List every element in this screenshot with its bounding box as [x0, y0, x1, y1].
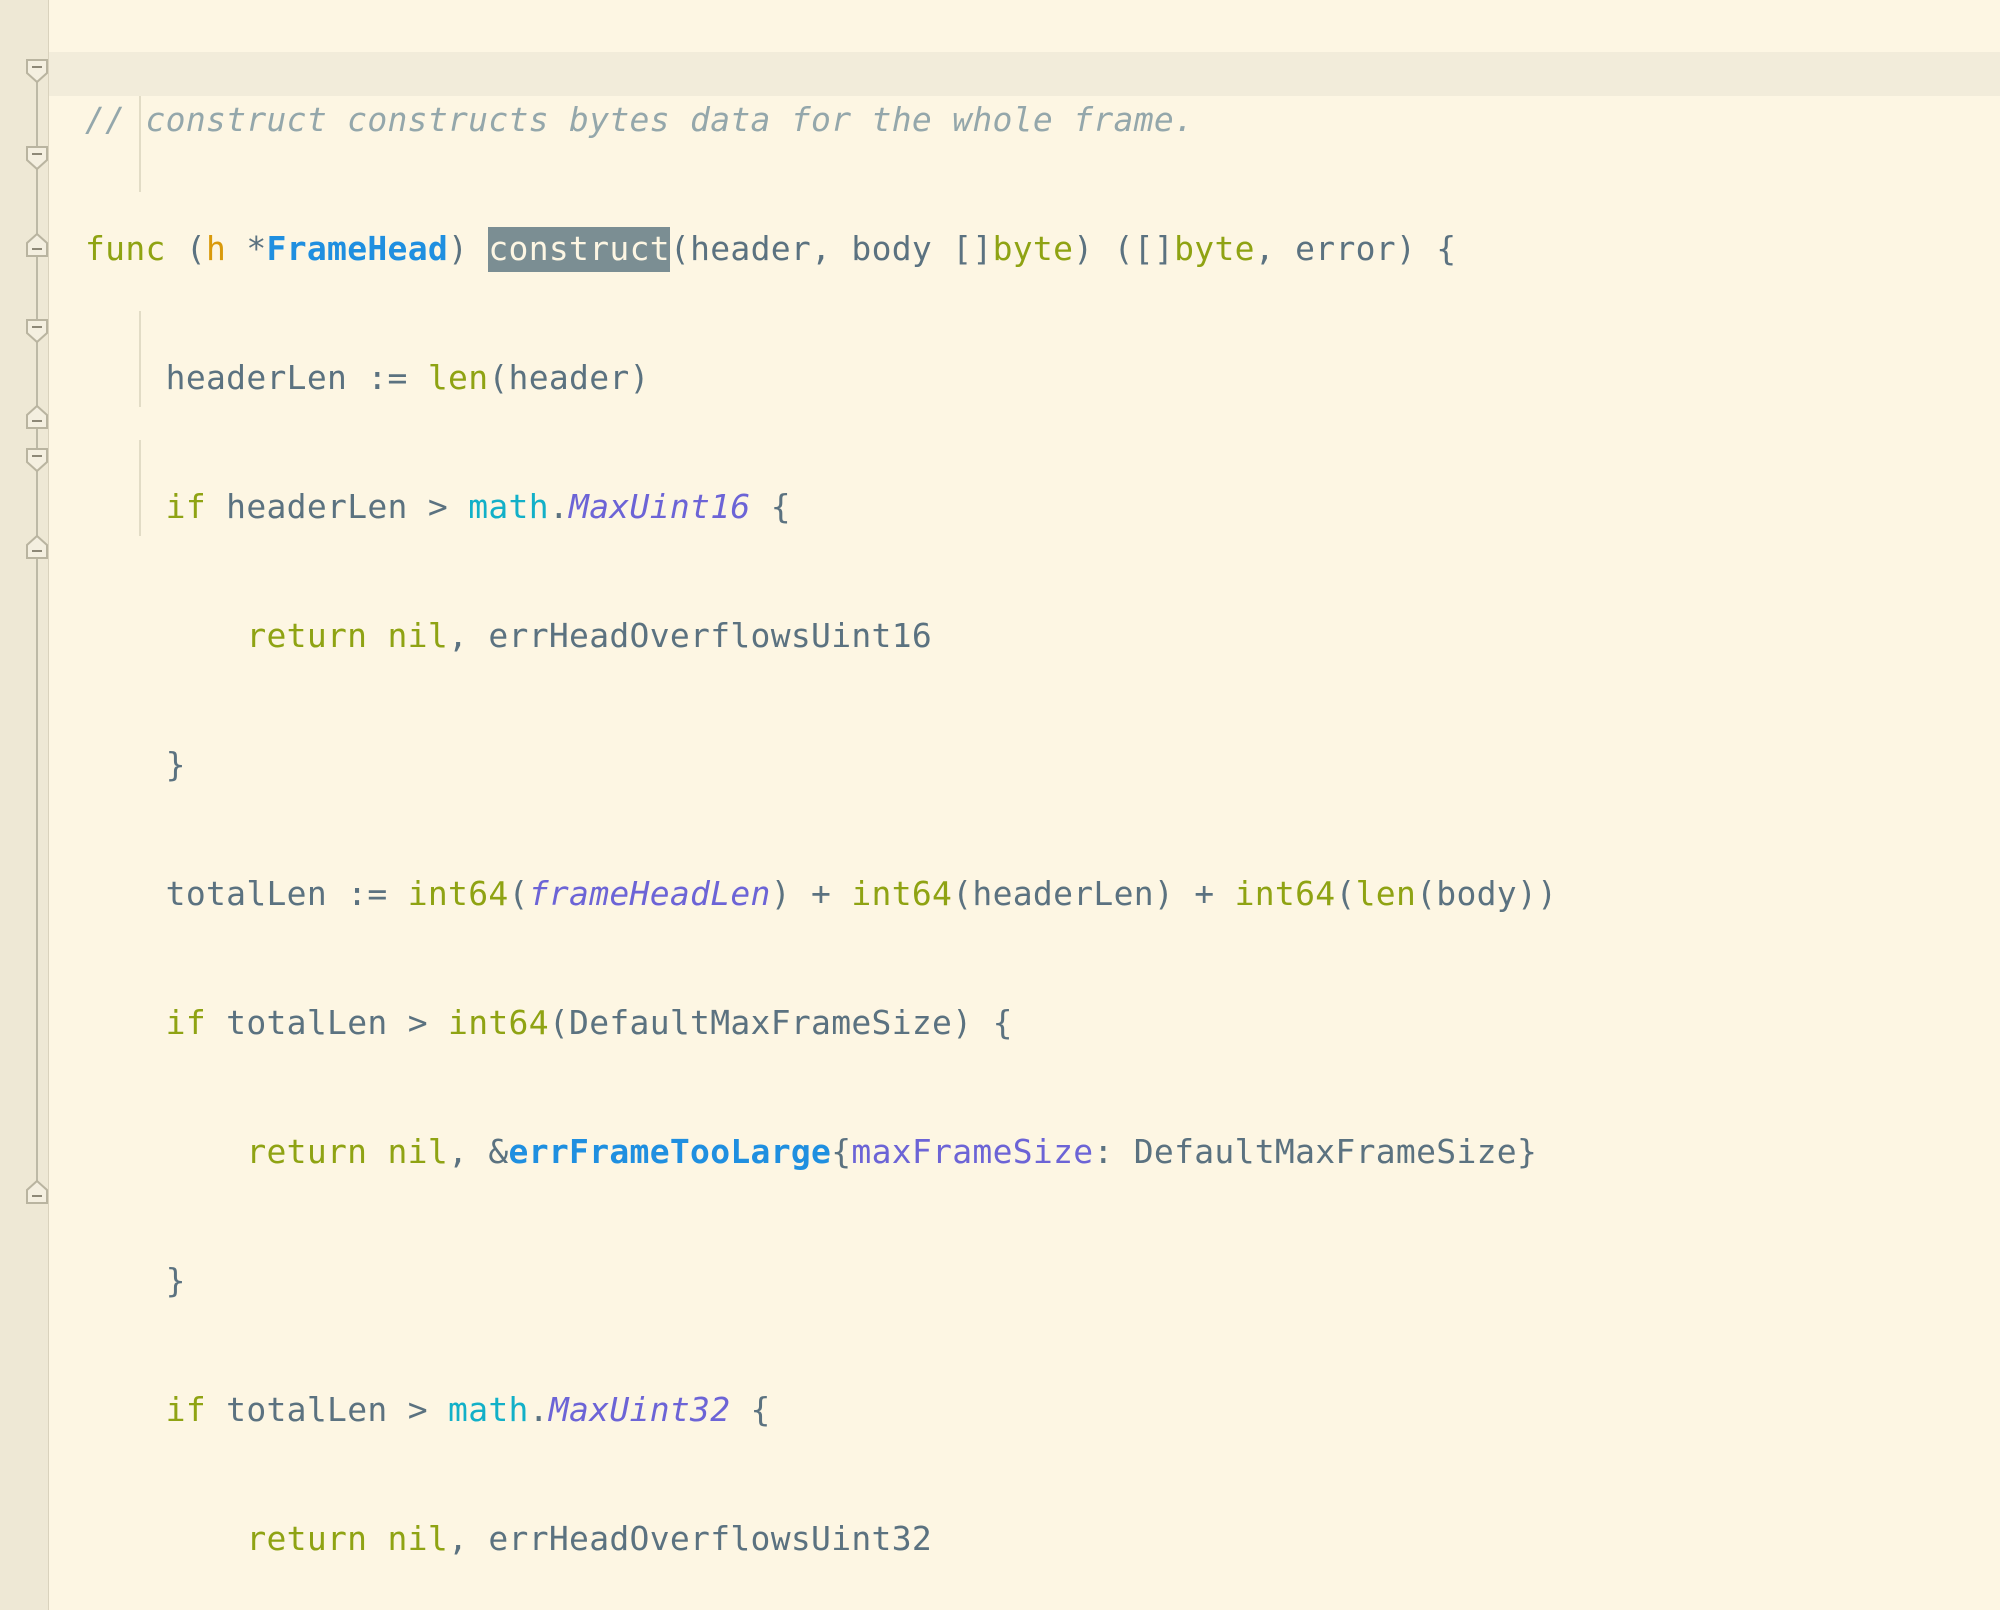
code-line[interactable]: if totalLen > math.MaxUint32 { [49, 1388, 2000, 1431]
receiver-h: h [206, 229, 227, 268]
const-maxuint32: MaxUint32 [548, 1390, 731, 1429]
fold-marker-if-uint32-start[interactable] [25, 447, 49, 473]
code-line[interactable]: } [49, 743, 2000, 786]
const-frameheadlen: frameHeadLen [528, 874, 771, 913]
type-framehead: FrameHead [266, 229, 449, 268]
type-errframetoolarge: errFrameTooLarge [508, 1132, 832, 1171]
fold-marker-func-start[interactable] [25, 58, 49, 84]
field-maxframesize: maxFrameSize [851, 1132, 1094, 1171]
selected-token-construct[interactable]: construct [488, 227, 670, 272]
code-line[interactable]: headerLen := len(header) [49, 356, 2000, 399]
code-line[interactable]: // construct constructs bytes data for t… [49, 98, 2000, 141]
code-line[interactable]: return nil, errHeadOverflowsUint32 [49, 1517, 2000, 1560]
code-line[interactable]: if totalLen > int64(DefaultMaxFrameSize)… [49, 1001, 2000, 1044]
code-text[interactable]: // construct constructs bytes data for t… [49, 0, 2000, 1610]
keyword-if: if [165, 487, 207, 526]
builtin-len: len [427, 358, 489, 397]
code-line[interactable]: func (h *FrameHead) construct(header, bo… [49, 227, 2000, 272]
fold-marker-if-uint16-start[interactable] [25, 145, 49, 171]
fold-marker-if-uint32-end[interactable] [25, 534, 49, 560]
keyword-return: return nil [246, 616, 449, 655]
code-editor[interactable]: // construct constructs bytes data for t… [0, 0, 2000, 1610]
code-line[interactable]: if headerLen > math.MaxUint16 { [49, 485, 2000, 528]
fold-marker-if-uint16-end[interactable] [25, 232, 49, 258]
code-line[interactable]: return nil, &errFrameTooLarge{maxFrameSi… [49, 1130, 2000, 1173]
keyword-func: func [85, 229, 166, 268]
const-maxuint16: MaxUint16 [569, 487, 751, 526]
line-comment-header: // construct constructs bytes data for t… [85, 100, 1195, 139]
code-line[interactable]: return nil, errHeadOverflowsUint16 [49, 614, 2000, 657]
package-math: math [448, 1390, 529, 1429]
fold-marker-func-end[interactable] [25, 1179, 49, 1205]
fold-marker-if-maxsize-start[interactable] [25, 318, 49, 344]
code-line[interactable]: } [49, 1259, 2000, 1302]
code-line[interactable]: totalLen := int64(frameHeadLen) + int64(… [49, 872, 2000, 915]
code-viewport[interactable]: // construct constructs bytes data for t… [49, 0, 2000, 1610]
package-math: math [468, 487, 549, 526]
editor-gutter[interactable] [0, 0, 49, 1610]
fold-marker-if-maxsize-end[interactable] [25, 404, 49, 430]
